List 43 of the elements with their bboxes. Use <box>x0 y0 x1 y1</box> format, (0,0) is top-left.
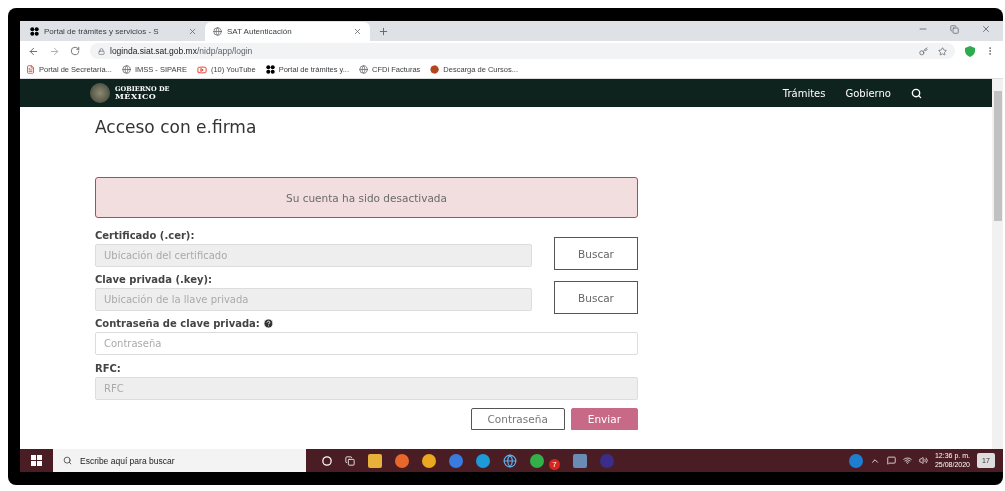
restore-icon[interactable] <box>950 24 959 34</box>
search-icon <box>63 456 72 465</box>
globe-icon <box>121 65 131 74</box>
task-view-icon[interactable] <box>345 455 355 466</box>
taskbar-search[interactable]: Escribe aquí para buscar <box>53 449 306 472</box>
text-field[interactable]: Contraseña <box>95 332 638 355</box>
message-icon[interactable] <box>886 456 896 465</box>
key-icon[interactable] <box>919 46 928 56</box>
address-bar[interactable]: loginda.siat.sat.gob.mx/nidp/app/login <box>90 43 955 59</box>
submit-button[interactable]: Enviar <box>570 408 638 430</box>
search-icon[interactable] <box>911 87 922 99</box>
globe-icon <box>359 65 368 74</box>
error-alert: Su cuenta ha sido desactivada <box>95 177 638 218</box>
field-label: RFC: <box>95 363 121 374</box>
document-icon <box>26 65 35 74</box>
page-title: Acceso con e.firma <box>95 117 258 137</box>
back-icon[interactable] <box>28 45 39 57</box>
scrollbar[interactable] <box>992 79 1003 449</box>
password-button[interactable]: Contraseña <box>470 408 565 430</box>
nav-link[interactable]: Gobierno <box>845 87 891 99</box>
browser-tab[interactable]: SAT Autenticación <box>205 22 370 41</box>
new-tab-icon[interactable] <box>378 25 389 37</box>
dots-icon <box>265 65 275 74</box>
field-label: Clave privada (.key): <box>95 274 213 285</box>
speaker-icon[interactable] <box>918 456 928 465</box>
field-label: Contraseña de clave privada: <box>95 318 260 329</box>
browser-tab[interactable]: Portal de trámites y servicios - S <box>22 22 205 41</box>
play-icon <box>196 64 207 75</box>
field-label: Certificado (.cer): <box>95 230 195 241</box>
dots-icon <box>30 27 39 36</box>
shield-icon[interactable] <box>965 45 975 57</box>
lock-icon <box>98 47 105 55</box>
nav-link[interactable]: Trámites <box>782 87 826 99</box>
url-text: loginda.siat.sat.gob.mx/nidp/app/login <box>110 46 253 56</box>
close-icon[interactable] <box>353 27 362 36</box>
wifi-icon[interactable] <box>902 456 912 465</box>
close-icon[interactable] <box>188 27 197 36</box>
close-icon[interactable] <box>981 24 991 34</box>
notification-badge: 7 <box>549 459 560 470</box>
globe-icon <box>213 27 222 36</box>
windows-icon[interactable] <box>31 455 42 466</box>
reload-icon[interactable] <box>70 46 80 56</box>
star-icon[interactable] <box>938 46 947 56</box>
